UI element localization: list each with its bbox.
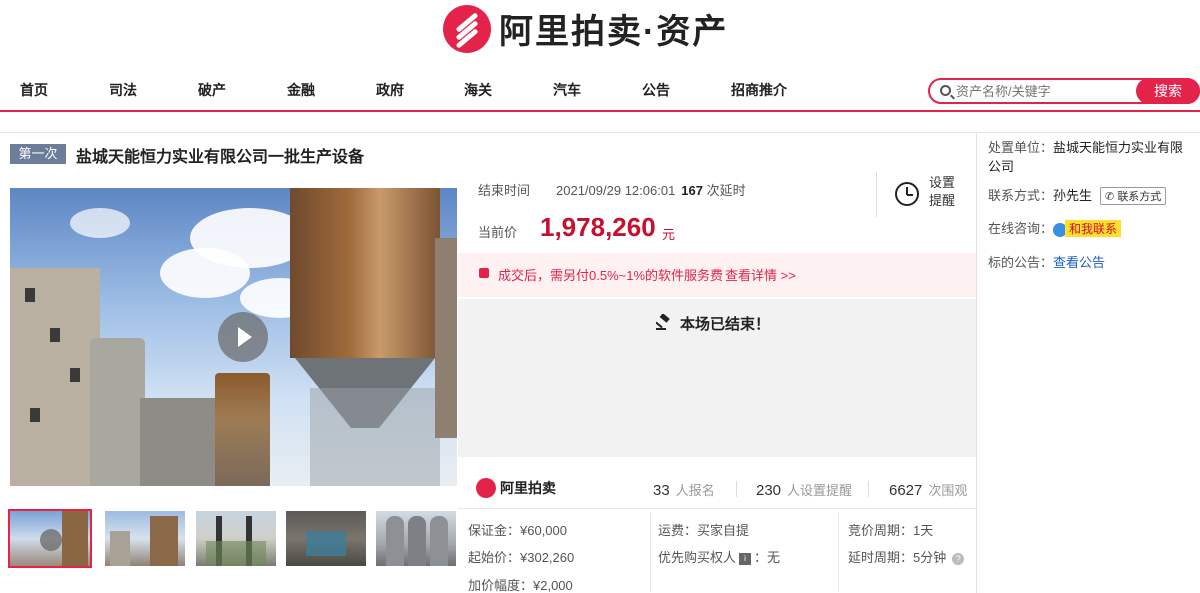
extensions-count: 167 [681, 183, 703, 198]
start-price: 起始价：¥302,260 [468, 550, 575, 565]
viewers-count: 6627 [889, 482, 923, 499]
alibaba-auction-logo[interactable]: 阿里拍卖·资产 [443, 4, 728, 53]
viewers-stat: 6627 次围观 [889, 480, 967, 499]
search-button[interactable]: 搜索 [1136, 78, 1200, 104]
priority-buyer: 优先购买权人 i ：无 [658, 547, 780, 566]
round-tag: 第一次 [10, 144, 66, 164]
nav-item-customs[interactable]: 海关 [464, 80, 492, 100]
set-reminder-button[interactable]: 设置提醒 [929, 174, 957, 210]
thumbnail-1[interactable] [8, 509, 92, 568]
info-badge-icon[interactable]: i [739, 552, 752, 565]
gift-icon [479, 268, 489, 278]
divider [838, 512, 839, 592]
page-title: 盐城天能恒力实业有限公司一批生产设备 [76, 149, 365, 166]
help-icon[interactable]: ? [952, 552, 965, 565]
signups-count: 33 [653, 482, 670, 499]
contact-info-button[interactable]: ✆ 联系方式 [1100, 187, 1167, 205]
nav-item-government[interactable]: 政府 [376, 80, 404, 100]
nav-item-finance[interactable]: 金融 [287, 80, 315, 100]
thumbnail-5[interactable] [376, 511, 456, 566]
nav-item-investment[interactable]: 招商推介 [731, 80, 787, 100]
phone-icon: ✆ [1105, 191, 1118, 203]
signups-stat: 33 人报名 [653, 480, 715, 499]
bid-increment: 加价幅度：¥2,000 [468, 578, 573, 593]
divider [650, 512, 651, 592]
contact-info-button-label: 联系方式 [1117, 191, 1162, 203]
online-consult-label: 在线咨询： [988, 221, 1054, 236]
play-icon [40, 529, 62, 551]
view-details-link[interactable]: 查看详情 >> [725, 265, 796, 284]
nav-item-home[interactable]: 首页 [20, 80, 48, 100]
main-photo[interactable] [10, 188, 457, 486]
reminders-label: 人设置提醒 [787, 483, 853, 498]
logo-mark-icon [443, 4, 491, 53]
end-time-value: 2021/09/29 12:06:01 [556, 183, 676, 198]
priority-buyer-label: 优先购买权人 [658, 550, 737, 565]
reminders-stat: 230 人设置提醒 [756, 480, 852, 499]
auction-details [458, 508, 976, 509]
current-price-label: 当前价 [478, 225, 518, 240]
online-consult-row: 在线咨询： 和我联系 [988, 218, 1122, 237]
extensions-label: 次延时 [706, 183, 746, 198]
divider [736, 481, 737, 497]
notice-label: 标的公告： [988, 255, 1054, 270]
contact-label: 联系方式： [988, 188, 1054, 203]
nav-item-judicial[interactable]: 司法 [109, 80, 137, 100]
play-video-button[interactable] [218, 312, 268, 362]
thumbnail-3[interactable] [196, 511, 276, 566]
divider [868, 481, 869, 497]
divider [876, 172, 877, 217]
disposal-unit-label: 处置单位： [988, 140, 1054, 155]
brand-logo: 阿里拍卖 [476, 478, 556, 498]
alarm-clock-icon[interactable] [895, 182, 919, 206]
bid-cycle: 竞价周期：1天 [848, 523, 934, 538]
auction-status-panel: 本场已结束！ [458, 299, 976, 457]
end-time-label: 结束时间 [478, 183, 531, 198]
gavel-icon [656, 314, 670, 330]
nav-item-auto[interactable]: 汽车 [553, 80, 581, 100]
reminders-count: 230 [756, 482, 782, 499]
brand-mark-icon [476, 478, 496, 498]
brand-text: 阿里拍卖 [500, 480, 556, 496]
notice-row: 标的公告：查看公告 [988, 252, 1105, 271]
auction-ended-text: 本场已结束！ [680, 316, 771, 333]
signups-label: 人报名 [675, 483, 715, 498]
contact-name: 孙先生 [1053, 188, 1093, 203]
currency-unit: 元 [662, 227, 676, 242]
freight: 运费：买家自提 [658, 523, 750, 538]
contact-me-button[interactable]: 和我联系 [1065, 220, 1122, 237]
deposit: 保证金：¥60,000 [468, 523, 567, 538]
header: 阿里拍卖·资产 [0, 0, 1200, 60]
nav-item-announcement[interactable]: 公告 [642, 80, 670, 100]
extension-cycle: 延时周期：5分钟? [848, 547, 965, 566]
service-fee-notice: 成交后，需另付0.5%~1%的软件服务费 查看详情 >> [458, 253, 976, 297]
logo-text: 阿里拍卖·资产 [499, 13, 729, 51]
search-box: 搜索 [928, 78, 1200, 104]
thumbnail-2[interactable] [105, 511, 185, 566]
disposal-unit-row: 处置单位：盐城天能恒力实业有限公司 [988, 138, 1193, 176]
contact-row: 联系方式：孙先生 ✆ 联系方式 [988, 185, 1167, 205]
thumbnail-4[interactable] [286, 511, 366, 566]
current-price-value: 1,978,260 [540, 212, 656, 242]
extension-cycle-text: 延时周期：5分钟 [848, 550, 947, 565]
end-time-row: 结束时间 2021/09/29 12:06:01 167 次延时 [478, 180, 746, 199]
priority-buyer-value: ：无 [754, 550, 781, 565]
stats-row: 阿里拍卖 33 人报名 230 人设置提醒 6627 次围观 [458, 470, 976, 506]
search-icon [940, 85, 951, 96]
nav-item-bankruptcy[interactable]: 破产 [198, 80, 226, 100]
viewers-label: 次围观 [928, 483, 968, 498]
service-fee-text: 成交后，需另付0.5%~1%的软件服务费 [498, 268, 724, 283]
view-notice-link[interactable]: 查看公告 [1053, 255, 1105, 270]
search-input[interactable] [956, 82, 1126, 100]
